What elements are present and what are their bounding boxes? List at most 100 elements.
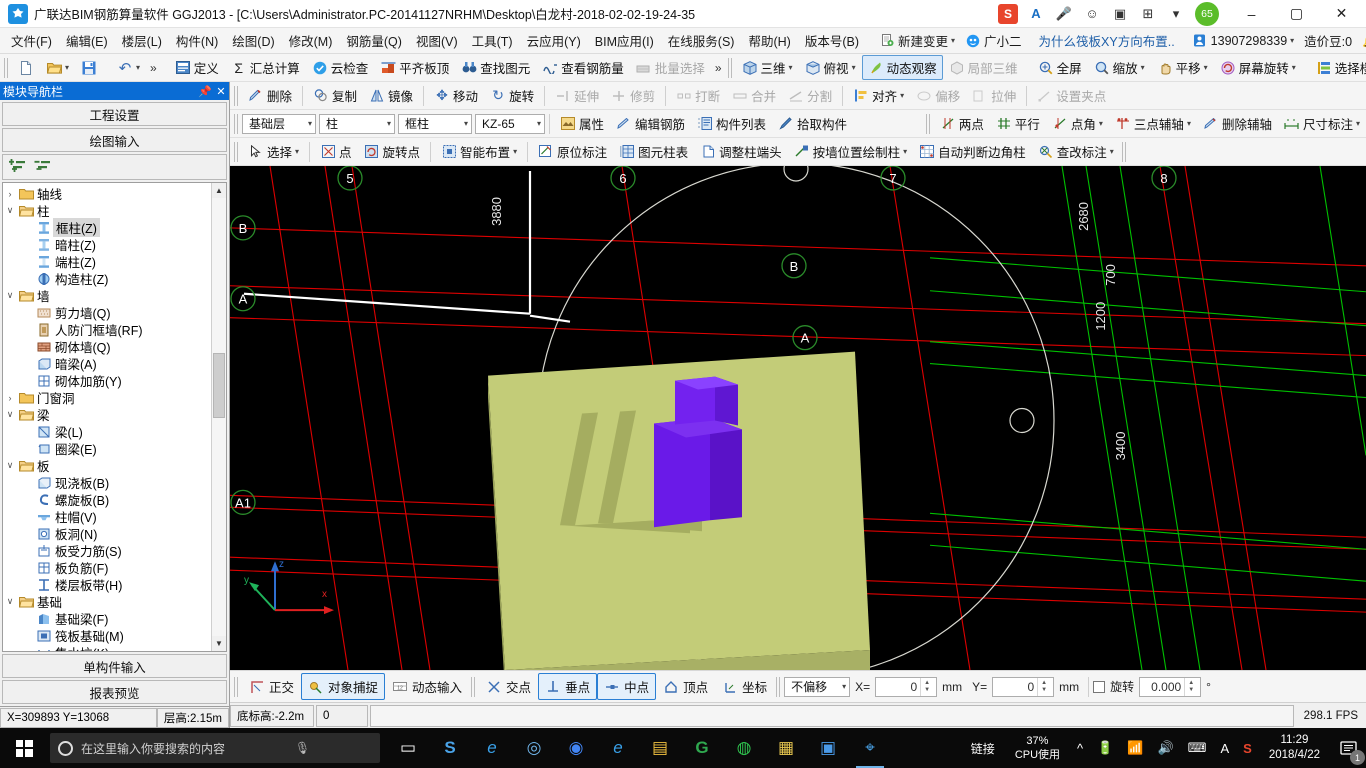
menu-version[interactable]: 版本号(B): [798, 28, 866, 53]
translate-icon[interactable]: ⊞: [1135, 3, 1161, 25]
chevron-right-icon[interactable]: ›: [3, 189, 17, 199]
tree-item[interactable]: 基础梁(F): [3, 610, 211, 627]
expand-all-icon[interactable]: [9, 158, 26, 176]
sogou-tray-icon[interactable]: S: [1236, 741, 1259, 756]
tree-folder[interactable]: › 轴线: [3, 185, 211, 202]
new-file-button[interactable]: [12, 57, 40, 79]
tree-item[interactable]: 暗柱(Z): [3, 236, 211, 253]
calculate-button[interactable]: Σ 汇总计算: [225, 55, 306, 80]
ime-a-icon[interactable]: A: [1213, 741, 1236, 756]
tree-folder[interactable]: ∨ 基础: [3, 593, 211, 610]
tree-folder[interactable]: ∨ 墙: [3, 287, 211, 304]
tree-item[interactable]: 楼层板带(H): [3, 576, 211, 593]
tree-item[interactable]: 圈梁(E): [3, 440, 211, 457]
smart-layout-button[interactable]: 智能布置 ▾: [435, 139, 523, 164]
menu-rebar[interactable]: 钢筋量(Q): [339, 28, 409, 53]
y-spinner-arrows[interactable]: ▲ ▼: [1037, 677, 1050, 696]
microphone-icon[interactable]: 🎙: [295, 741, 372, 755]
tree-item[interactable]: 端柱(Z): [3, 253, 211, 270]
select-floor-button[interactable]: 选择楼层: [1310, 55, 1366, 80]
y-offset-stepper[interactable]: ▲▼: [992, 676, 1055, 697]
font-a-icon[interactable]: A: [1023, 3, 1049, 25]
chevron-down-icon[interactable]: ∨: [3, 596, 17, 607]
menu-online-service[interactable]: 在线服务(S): [661, 28, 742, 53]
screen-rotate-button[interactable]: 屏幕旋转 ▾: [1214, 55, 1302, 80]
adjust-column-end-button[interactable]: 调整柱端头: [694, 139, 788, 164]
collapse-all-icon[interactable]: [34, 158, 51, 176]
edit-rebar-button[interactable]: 编辑钢筋: [610, 111, 691, 136]
delete-axis-button[interactable]: 删除辅轴: [1197, 111, 1278, 136]
cortana-icon[interactable]: ◎: [514, 728, 554, 768]
sogou-icon[interactable]: S: [998, 3, 1018, 24]
view-3d-button[interactable]: 三维 ▾: [736, 55, 799, 80]
close-icon[interactable]: ✕: [213, 85, 229, 98]
merge-button[interactable]: 合并: [726, 83, 782, 108]
auto-corner-column-button[interactable]: 自动判断边角柱: [913, 139, 1032, 164]
trim-button[interactable]: 修剪: [605, 83, 661, 108]
mic-icon[interactable]: 🎤: [1051, 3, 1077, 25]
report-preview-button[interactable]: 报表预览: [2, 680, 227, 704]
menu-modify[interactable]: 修改(M): [282, 28, 340, 53]
scroll-thumb[interactable]: [213, 353, 225, 418]
two-point-axis-button[interactable]: 两点: [934, 111, 990, 136]
tree-item[interactable]: 筏板基础(M): [3, 627, 211, 644]
batch-select-button[interactable]: 批量选择: [630, 55, 711, 80]
view-rebar-button[interactable]: 查看钢筋量: [536, 55, 630, 80]
pan-button[interactable]: 平移 ▾: [1151, 55, 1214, 80]
mirror-button[interactable]: 镜像: [363, 83, 419, 108]
viewport-graphics[interactable]: z y x 5 6 7 8 B A A1 B A 3880 2680 700 1…: [230, 166, 1366, 670]
keyboard-icon[interactable]: ⌨: [1181, 740, 1214, 756]
tree-item[interactable]: 柱帽(V): [3, 508, 211, 525]
point-angle-axis-button[interactable]: 点角 ▾: [1046, 111, 1109, 136]
copy-button[interactable]: 复制: [307, 83, 363, 108]
tree-folder[interactable]: ∨ 柱: [3, 202, 211, 219]
scroll-track[interactable]: [212, 198, 226, 636]
perpendicular-snap-button[interactable]: 垂点: [538, 673, 598, 700]
draw-column-wall-button[interactable]: 按墙位置绘制柱 ▾: [788, 139, 914, 164]
tree-folder[interactable]: ∨ 梁: [3, 406, 211, 423]
menu-tools[interactable]: 工具(T): [465, 28, 520, 53]
more-icon[interactable]: ▾: [1163, 3, 1189, 25]
column-table-button[interactable]: 图元柱表: [613, 139, 694, 164]
taskbar-clock[interactable]: 11:29 2018/4/22: [1259, 733, 1330, 763]
align-slab-button[interactable]: 平齐板顶: [374, 55, 455, 80]
insitu-note-button[interactable]: 原位标注: [532, 139, 613, 164]
windows-start-icon[interactable]: [0, 728, 48, 768]
volume-icon[interactable]: 🔊: [1151, 740, 1181, 756]
dynamic-input-button[interactable]: 12 动态输入: [385, 673, 469, 700]
menu-member[interactable]: 构件(N): [169, 28, 225, 53]
move-button[interactable]: ✥ 移动: [428, 83, 484, 108]
dimension-button[interactable]: 尺寸标注 ▾: [1278, 111, 1366, 136]
zoom-button[interactable]: 缩放 ▾: [1088, 55, 1151, 80]
parallel-axis-button[interactable]: 平行: [990, 111, 1046, 136]
chevron-right-icon[interactable]: ›: [3, 393, 17, 403]
new-change-button[interactable]: 新建变更 ▾: [874, 29, 960, 52]
single-member-input-button[interactable]: 单构件输入: [2, 654, 227, 678]
scroll-down-icon[interactable]: ▼: [212, 636, 226, 651]
menu-help[interactable]: 帮助(H): [741, 28, 797, 53]
scroll-up-icon[interactable]: ▲: [212, 183, 226, 198]
chevron-down-icon[interactable]: ∨: [3, 290, 17, 301]
tree-item[interactable]: 板负筋(F): [3, 559, 211, 576]
ie-icon[interactable]: e: [598, 728, 638, 768]
glodon-app-icon[interactable]: S: [430, 728, 470, 768]
tree-item[interactable]: 砌体加筋(Y): [3, 372, 211, 389]
break-button[interactable]: 打断: [670, 83, 726, 108]
open-file-button[interactable]: ▾: [40, 57, 75, 79]
toolbar-grip[interactable]: [1121, 141, 1127, 162]
properties-button[interactable]: 属性: [554, 111, 610, 136]
statusbar-grip[interactable]: [471, 676, 477, 697]
toolbar-overflow-mid[interactable]: »: [711, 61, 726, 75]
select-tool-button[interactable]: 选择 ▾: [242, 139, 305, 164]
toolbar-grip[interactable]: [234, 113, 239, 134]
y-offset-input[interactable]: [993, 679, 1038, 694]
tree-folder[interactable]: ∨ 板: [3, 457, 211, 474]
tree-item[interactable]: 框柱(Z): [3, 218, 211, 237]
user-account-button[interactable]: 广小二: [960, 29, 1027, 52]
minimize-button[interactable]: –: [1229, 0, 1274, 28]
tree-item[interactable]: 集水坑(K): [3, 644, 211, 651]
rotate-stepper[interactable]: ▲▼: [1139, 676, 1202, 697]
x-offset-input[interactable]: [876, 679, 921, 694]
edge-legacy-icon[interactable]: e: [472, 728, 512, 768]
rotate-checkbox[interactable]: [1093, 680, 1106, 693]
